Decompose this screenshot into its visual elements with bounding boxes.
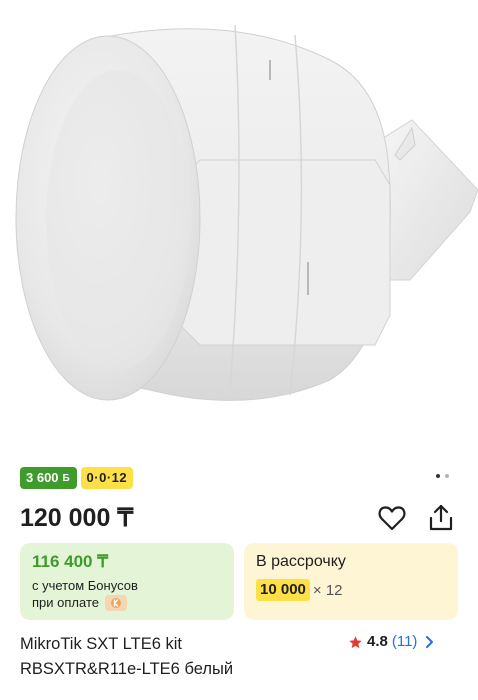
pager-dot[interactable] [445, 474, 449, 478]
bonus-note-line2-row: при оплате [32, 594, 222, 611]
review-count[interactable]: (11) [392, 632, 418, 652]
pager-dot[interactable] [436, 474, 440, 478]
star-icon [349, 635, 362, 648]
product-title: MikroTik SXT LTE6 kit RBSXTR&R11e-LTE6 б… [20, 632, 320, 682]
installment-months: × 12 [312, 581, 343, 599]
installment-badge: 0·0·12 [80, 467, 134, 489]
installment-row: 10 000 × 12 [256, 579, 446, 601]
product-price: 120 000 ₸ [20, 504, 134, 532]
rating-link[interactable]: 4.8 (11) [348, 632, 434, 652]
product-illustration [15, 24, 478, 401]
bonus-note-line1: с учетом Бонусов [32, 578, 138, 593]
bonus-note: с учетом Бонусов при оплате [32, 577, 222, 611]
bonus-badge: 3 600 Б [20, 467, 77, 489]
installment-card[interactable]: В рассрочку 10 000 × 12 [244, 543, 458, 620]
chevron-right-icon [426, 636, 434, 648]
image-pager[interactable] [436, 474, 449, 478]
share-button[interactable] [425, 502, 457, 534]
favorite-button[interactable] [376, 502, 408, 534]
kaspi-logo-icon [104, 594, 127, 611]
heart-icon [378, 506, 406, 531]
installment-amount: 10 000 [256, 579, 310, 601]
promo-badges: 3 600 Б 0·0·12 [20, 467, 134, 489]
product-title-line2: RBSXTR&R11e-LTE6 белый [20, 660, 234, 678]
product-title-line1: MikroTik SXT LTE6 kit [20, 635, 182, 653]
rating-value: 4.8 [367, 633, 388, 650]
share-icon [429, 504, 453, 531]
product-image[interactable] [0, 0, 478, 455]
bonus-amount: 3 600 [26, 470, 59, 485]
bonus-symbol: Б [62, 472, 70, 484]
bonus-price: 116 400 ₸ [32, 552, 109, 571]
product-page: 3 600 Б 0·0·12 120 000 ₸ 116 400 ₸ с уче… [0, 0, 478, 700]
installment-title: В рассрочку [256, 553, 346, 570]
bonus-price-card[interactable]: 116 400 ₸ с учетом Бонусов при оплате [20, 543, 234, 620]
bonus-note-line2: при оплате [32, 595, 99, 610]
